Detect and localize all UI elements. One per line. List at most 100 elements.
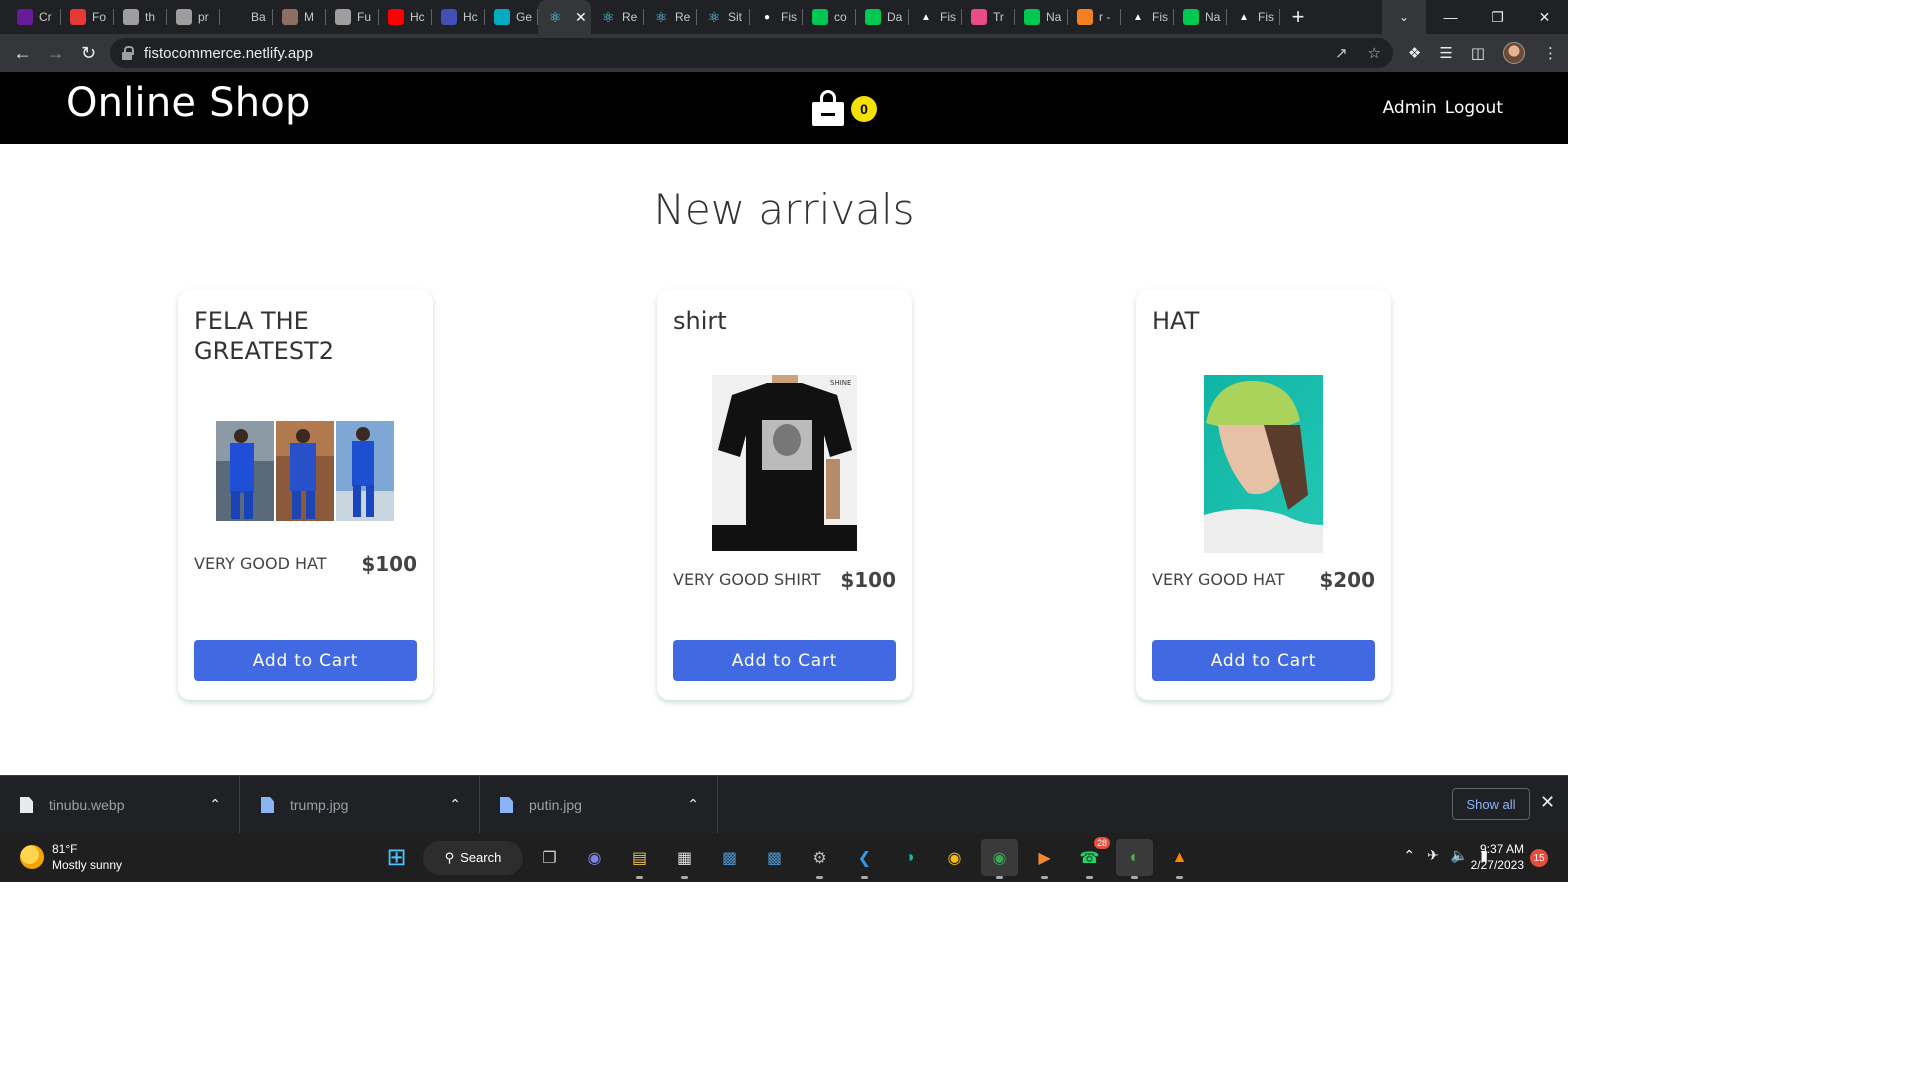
- close-window-button[interactable]: ✕: [1521, 0, 1568, 34]
- logout-link[interactable]: Logout: [1445, 98, 1503, 118]
- notification-badge[interactable]: 15: [1530, 849, 1548, 867]
- browser-tab[interactable]: Fu: [326, 0, 379, 34]
- menu-kebab-icon[interactable]: ⋮: [1543, 44, 1558, 62]
- mysql-workbench-icon-2[interactable]: ▩: [756, 839, 793, 876]
- tab-close-icon[interactable]: ✕: [575, 9, 587, 26]
- reload-button[interactable]: ↻: [72, 34, 105, 72]
- add-to-cart-button[interactable]: Add to Cart: [1152, 640, 1375, 681]
- vlc-icon[interactable]: ▲: [1161, 839, 1198, 879]
- browser-tab[interactable]: th: [114, 0, 167, 34]
- extension-tools: ❖ ☰ ◫ ⋮: [1408, 34, 1558, 72]
- taskbar-search[interactable]: ⚲ Search: [423, 840, 523, 875]
- airplane-icon[interactable]: ✈: [1427, 847, 1439, 864]
- tab-label: Hc: [463, 10, 478, 24]
- url-text[interactable]: fistocommerce.netlify.app: [144, 45, 313, 62]
- browser-tab[interactable]: ▲ Fis: [909, 0, 962, 34]
- close-icon[interactable]: ✕: [1540, 792, 1555, 813]
- file-icon: [20, 797, 33, 813]
- chevron-up-icon[interactable]: ⌃: [449, 796, 461, 813]
- browser-tab[interactable]: ▲ Fis: [1121, 0, 1174, 34]
- show-all-button[interactable]: Show all: [1452, 788, 1530, 820]
- chevron-up-icon[interactable]: ⌃: [687, 796, 699, 813]
- weather-desc: Mostly sunny: [52, 858, 123, 872]
- browser-tab[interactable]: ⚛ Sit: [697, 0, 750, 34]
- clock[interactable]: 9:37 AM 2/27/2023: [1466, 841, 1524, 873]
- browser-tab[interactable]: Cr: [8, 0, 61, 34]
- forward-button[interactable]: →: [39, 34, 72, 72]
- react-icon: ⚛: [707, 8, 721, 25]
- browser-tab[interactable]: Tr: [962, 0, 1015, 34]
- browser-tab[interactable]: pr: [167, 0, 220, 34]
- product-price: $100: [361, 552, 417, 576]
- browser-tab[interactable]: Na: [1015, 0, 1068, 34]
- sun-icon: [20, 845, 44, 869]
- media-control-icon[interactable]: ☰: [1439, 44, 1452, 62]
- chevron-up-icon[interactable]: ⌃: [209, 796, 221, 813]
- minimize-button[interactable]: —: [1427, 0, 1474, 34]
- browser-tab[interactable]: Ba: [220, 0, 273, 34]
- leaf-icon: [865, 9, 881, 25]
- profile-avatar[interactable]: [1503, 42, 1525, 64]
- browser-tab[interactable]: Ge: [485, 0, 538, 34]
- product-image: [216, 421, 394, 521]
- chevron-up-icon[interactable]: ⌃: [1403, 847, 1415, 864]
- download-item[interactable]: tinubu.webp ⌃: [0, 776, 240, 834]
- admin-link[interactable]: Admin: [1383, 98, 1437, 118]
- teams-chat-icon[interactable]: ◉: [576, 839, 613, 876]
- cart-count-badge: 0: [851, 96, 877, 122]
- chrome-profile-icon[interactable]: ◉: [981, 839, 1018, 879]
- add-to-cart-button[interactable]: Add to Cart: [194, 640, 417, 681]
- vscode-icon[interactable]: ❮: [846, 839, 883, 879]
- edge-icon[interactable]: ◑: [891, 839, 928, 876]
- browser-tab[interactable]: ⚛ Re: [591, 0, 644, 34]
- browser-tab[interactable]: M: [273, 0, 326, 34]
- file-explorer-icon[interactable]: ▤: [621, 839, 658, 879]
- browser-tab[interactable]: Fo: [61, 0, 114, 34]
- bookmark-star-icon[interactable]: ☆: [1368, 44, 1381, 62]
- search-icon: ⚲: [444, 849, 455, 865]
- whatsapp-icon[interactable]: ☎ 28: [1071, 837, 1110, 879]
- settings-gear-icon[interactable]: ⚙: [801, 839, 838, 879]
- new-tab-button[interactable]: +: [1280, 0, 1316, 34]
- download-filename: trump.jpg: [290, 797, 349, 813]
- media-player-icon[interactable]: ▶: [1026, 839, 1063, 879]
- weather-widget[interactable]: 81°F Mostly sunny: [20, 841, 122, 873]
- tab-label: M: [304, 10, 314, 24]
- lock-icon[interactable]: [122, 46, 134, 60]
- store-icon[interactable]: ▦: [666, 839, 703, 879]
- browser-tab[interactable]: Hc: [379, 0, 432, 34]
- site-brand[interactable]: Online Shop: [66, 80, 311, 126]
- address-bar[interactable]: fistocommerce.netlify.app ↗ ☆: [110, 38, 1393, 68]
- browser-tab[interactable]: Na: [1174, 0, 1227, 34]
- browser-tab[interactable]: r -: [1068, 0, 1121, 34]
- share-icon[interactable]: ↗: [1335, 44, 1348, 62]
- download-filename: putin.jpg: [529, 797, 582, 813]
- add-to-cart-button[interactable]: Add to Cart: [673, 640, 896, 681]
- browser-tab[interactable]: ⚛ Re: [644, 0, 697, 34]
- triangle-icon: ▲: [1133, 11, 1143, 23]
- browser-tab[interactable]: Hc: [432, 0, 485, 34]
- globe-app-icon[interactable]: ◐: [1116, 839, 1153, 879]
- cart-icon[interactable]: [812, 90, 846, 126]
- product-name: HAT: [1152, 307, 1200, 335]
- mysql-workbench-icon[interactable]: ▩: [711, 839, 748, 876]
- download-item[interactable]: putin.jpg ⌃: [480, 776, 718, 834]
- browser-tab[interactable]: ▲ Fis: [1227, 0, 1280, 34]
- tab-active[interactable]: ⚛ ✕: [538, 0, 591, 34]
- browser-tab[interactable]: co: [803, 0, 856, 34]
- download-item[interactable]: trump.jpg ⌃: [241, 776, 480, 834]
- tab-label: Ge: [516, 10, 533, 24]
- windows-start-icon[interactable]: ⊞: [378, 839, 415, 876]
- tab-search-button[interactable]: ⌄: [1382, 0, 1426, 34]
- browser-tab[interactable]: Da: [856, 0, 909, 34]
- side-panel-icon[interactable]: ◫: [1471, 44, 1485, 62]
- task-view-icon[interactable]: ❐: [531, 839, 568, 876]
- restore-button[interactable]: ❐: [1474, 0, 1521, 34]
- back-button[interactable]: ←: [6, 34, 39, 72]
- product-name: shirt: [673, 307, 727, 335]
- chrome-icon[interactable]: ◉: [936, 839, 973, 876]
- tab-label: Tr: [993, 10, 1004, 24]
- taskbar-apps: ⊞ ⚲ Search ❐ ◉ ▤ ▦ ▩ ▩ ⚙ ❮ ◑ ◉ ◉ ▶ ☎ 28 ◐…: [378, 837, 1198, 879]
- extensions-puzzle-icon[interactable]: ❖: [1408, 44, 1421, 62]
- browser-tab[interactable]: ● Fis: [750, 0, 803, 34]
